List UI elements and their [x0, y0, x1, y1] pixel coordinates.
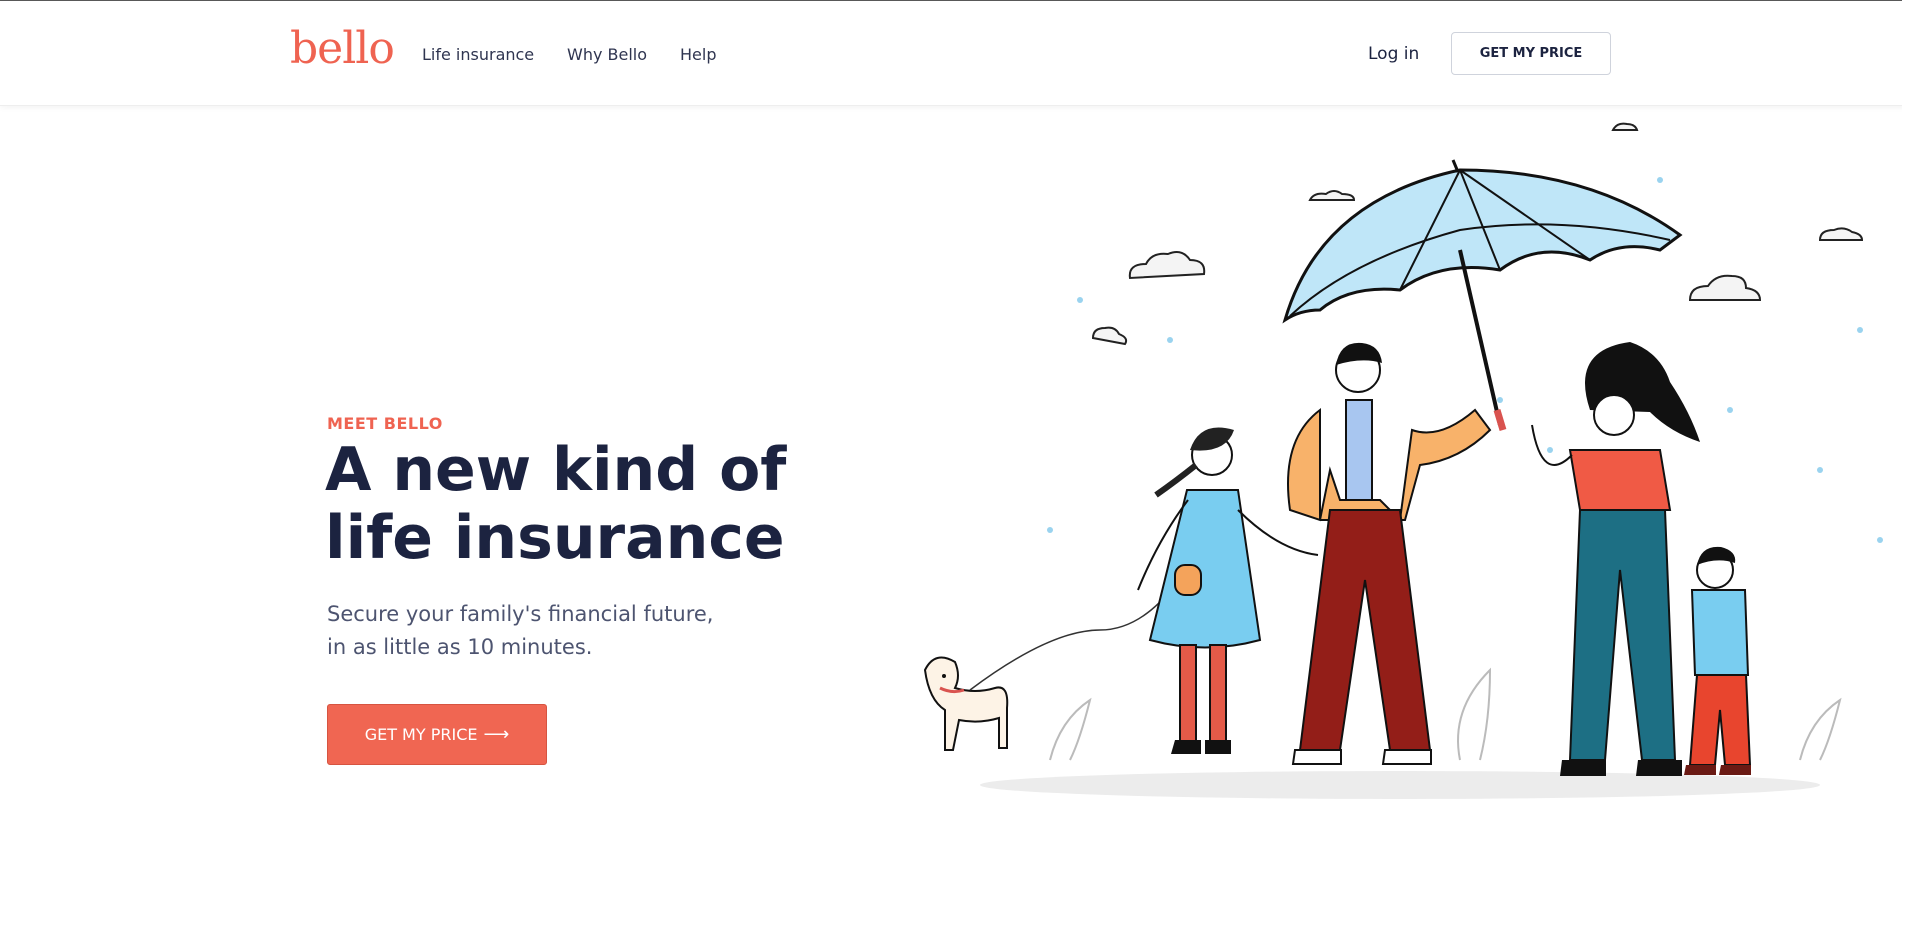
- family-umbrella-illustration: [923, 122, 1883, 799]
- hero-get-my-price-button[interactable]: GET MY PRICE ⟶: [327, 704, 547, 765]
- dog-illustration: [923, 584, 1176, 751]
- man-illustration: [1287, 342, 1492, 765]
- hero-cta-label: GET MY PRICE: [364, 725, 478, 744]
- child-illustration: [1684, 546, 1752, 775]
- hero-eyebrow: MEET BELLO: [327, 414, 443, 433]
- hero-subtitle: Secure your family's financial future, i…: [327, 598, 787, 664]
- hero-title-line-1: A new kind of: [325, 435, 787, 505]
- woman-illustration: [1531, 342, 1700, 776]
- nav-link-why-bello[interactable]: Why Bello: [567, 45, 647, 64]
- hero-title-line-2: life insurance: [325, 503, 785, 573]
- hero-subtitle-line-1: Secure your family's financial future,: [327, 602, 714, 626]
- login-link[interactable]: Log in: [1368, 44, 1419, 64]
- hero-title: A new kind of life insurance: [325, 436, 845, 572]
- site-header: bello Life insurance Why Bello Help Log …: [0, 1, 1908, 106]
- nav-link-life-insurance[interactable]: Life insurance: [422, 45, 534, 64]
- arrow-right-icon: ⟶: [483, 724, 510, 745]
- hero-subtitle-line-2: in as little as 10 minutes.: [327, 635, 593, 659]
- bello-logo[interactable]: bello: [290, 23, 395, 74]
- ground-shadow: [980, 771, 1820, 799]
- scrollbar[interactable]: [1902, 0, 1908, 931]
- nav-link-help[interactable]: Help: [680, 45, 716, 64]
- header-get-my-price-button[interactable]: GET MY PRICE: [1451, 32, 1611, 75]
